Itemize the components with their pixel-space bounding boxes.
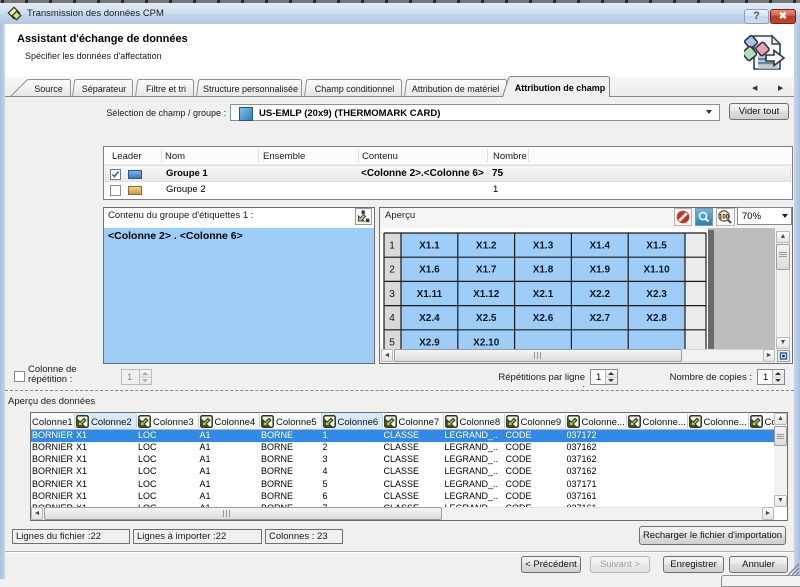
- svg-text:X2.9: X2.9: [419, 337, 440, 348]
- svg-text:X1.12: X1.12: [473, 289, 500, 300]
- svg-text:X1.4: X1.4: [590, 241, 611, 252]
- svg-text:X1.11: X1.11: [417, 289, 443, 300]
- svg-text:2: 2: [389, 265, 395, 276]
- svg-text:X1.8: X1.8: [533, 265, 554, 276]
- svg-text:X1.7: X1.7: [476, 265, 497, 276]
- svg-text:X2.4: X2.4: [419, 313, 440, 324]
- svg-text:5: 5: [389, 337, 395, 348]
- svg-text:X1.1: X1.1: [419, 241, 440, 252]
- svg-text:X1.6: X1.6: [419, 265, 440, 276]
- svg-text:1: 1: [389, 241, 395, 252]
- svg-text:X2.6: X2.6: [533, 313, 554, 324]
- svg-text:X1.2: X1.2: [476, 241, 497, 252]
- svg-text:X1.5: X1.5: [646, 241, 667, 252]
- svg-text:X1.10: X1.10: [644, 265, 671, 276]
- svg-text:X1.9: X1.9: [590, 265, 611, 276]
- svg-text:X2.7: X2.7: [590, 313, 611, 324]
- svg-text:X1.3: X1.3: [533, 241, 554, 252]
- svg-text:4: 4: [389, 313, 395, 324]
- svg-text:X2.10: X2.10: [473, 337, 500, 348]
- svg-text:100: 100: [719, 214, 730, 220]
- svg-text:3: 3: [389, 289, 395, 300]
- svg-text:X2.5: X2.5: [476, 313, 497, 324]
- svg-text:X2.1: X2.1: [533, 289, 554, 300]
- svg-text:X2.3: X2.3: [646, 289, 667, 300]
- svg-text:X2.2: X2.2: [590, 289, 611, 300]
- svg-text:X2.8: X2.8: [646, 313, 667, 324]
